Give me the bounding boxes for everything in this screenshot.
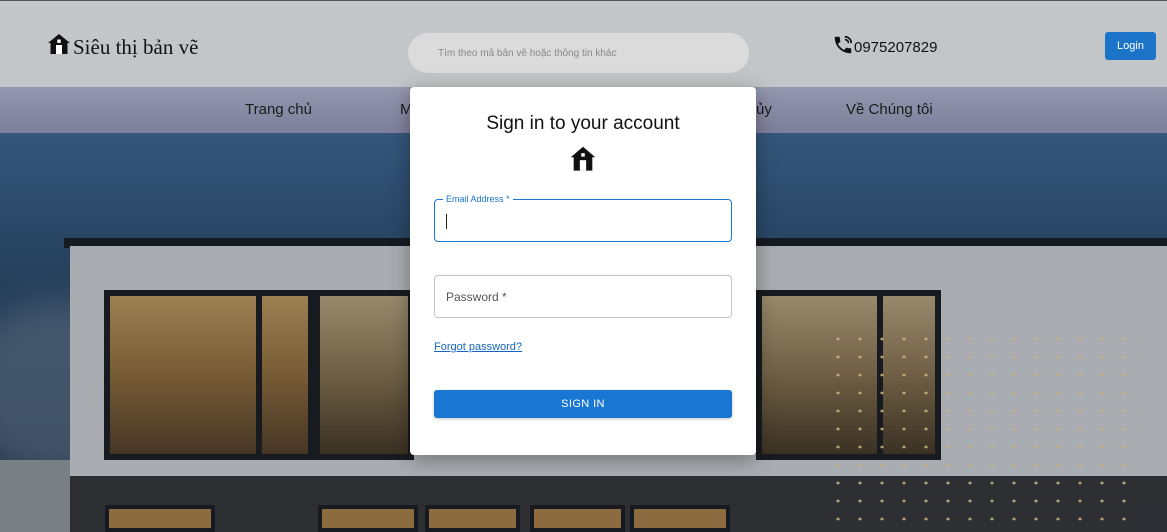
nav-item-about[interactable]: Về Chúng tôi [846,101,933,118]
password-label: Password * [446,290,507,304]
search-input[interactable] [408,33,749,73]
nav-item-home[interactable]: Trang chủ [245,101,312,118]
login-button[interactable]: Login [1105,32,1156,60]
forgot-password-link[interactable]: Forgot password? [434,341,522,353]
phone-number: 0975207829 [854,38,938,56]
email-label: Email Address * [443,193,513,205]
email-field[interactable]: Email Address * [434,193,732,242]
password-field[interactable]: Password * [434,275,732,318]
phone-icon [832,34,854,60]
top-header: Siêu thị bản vẽ 0975207829 Login [0,0,1167,87]
nav-item-partial-right[interactable]: ủy [756,101,772,118]
brand-name: Siêu thị bản vẽ [73,34,199,59]
sign-in-button[interactable]: SIGN IN [434,390,732,418]
email-input[interactable] [445,210,715,232]
house-icon [569,145,597,178]
brand-logo[interactable]: Siêu thị bản vẽ [47,33,198,61]
phone-contact[interactable]: 0975207829 [832,34,937,60]
dialog-title: Sign in to your account [486,113,680,134]
house-icon [47,33,73,61]
signin-dialog: Sign in to your account Email Address * … [410,87,756,455]
text-cursor [446,214,447,229]
